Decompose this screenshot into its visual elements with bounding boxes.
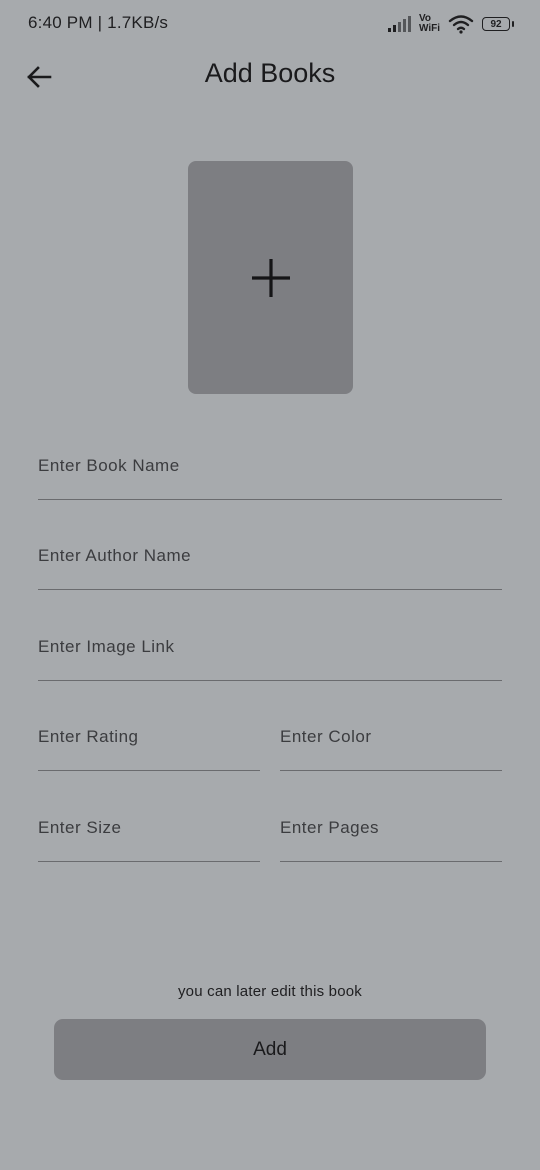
size-field (38, 802, 260, 862)
status-icons: Vo WiFi 92 (387, 12, 514, 36)
wifi-icon (448, 15, 474, 34)
status-time-speed: 6:40 PM | 1.7KB/s (28, 13, 169, 32)
battery-level: 92 (490, 18, 502, 30)
pages-field (280, 802, 502, 862)
size-input[interactable] (38, 818, 260, 838)
signal-icon (387, 16, 411, 32)
battery-icon: 92 (482, 17, 514, 31)
image-link-field (38, 621, 502, 681)
color-field (280, 711, 502, 771)
rating-input[interactable] (38, 727, 260, 747)
page-title: Add Books (204, 58, 336, 88)
wifi-label: WiFi (418, 23, 440, 34)
edit-hint-text: you can later edit this book (177, 983, 363, 1000)
image-link-input[interactable] (38, 637, 502, 657)
book-image-picker[interactable] (188, 161, 353, 394)
book-name-field (38, 440, 502, 500)
add-button[interactable]: Add (54, 1019, 486, 1080)
author-name-field (38, 530, 502, 590)
author-name-input[interactable] (38, 546, 502, 566)
status-bar: 6:40 PM | 1.7KB/s Vo WiFi 92 (0, 0, 540, 48)
color-input[interactable] (280, 727, 502, 747)
pages-input[interactable] (280, 818, 502, 838)
plus-icon (251, 258, 290, 297)
vowifi-icon: Vo WiFi (419, 14, 440, 34)
book-name-input[interactable] (38, 456, 502, 476)
rating-field (38, 711, 260, 771)
